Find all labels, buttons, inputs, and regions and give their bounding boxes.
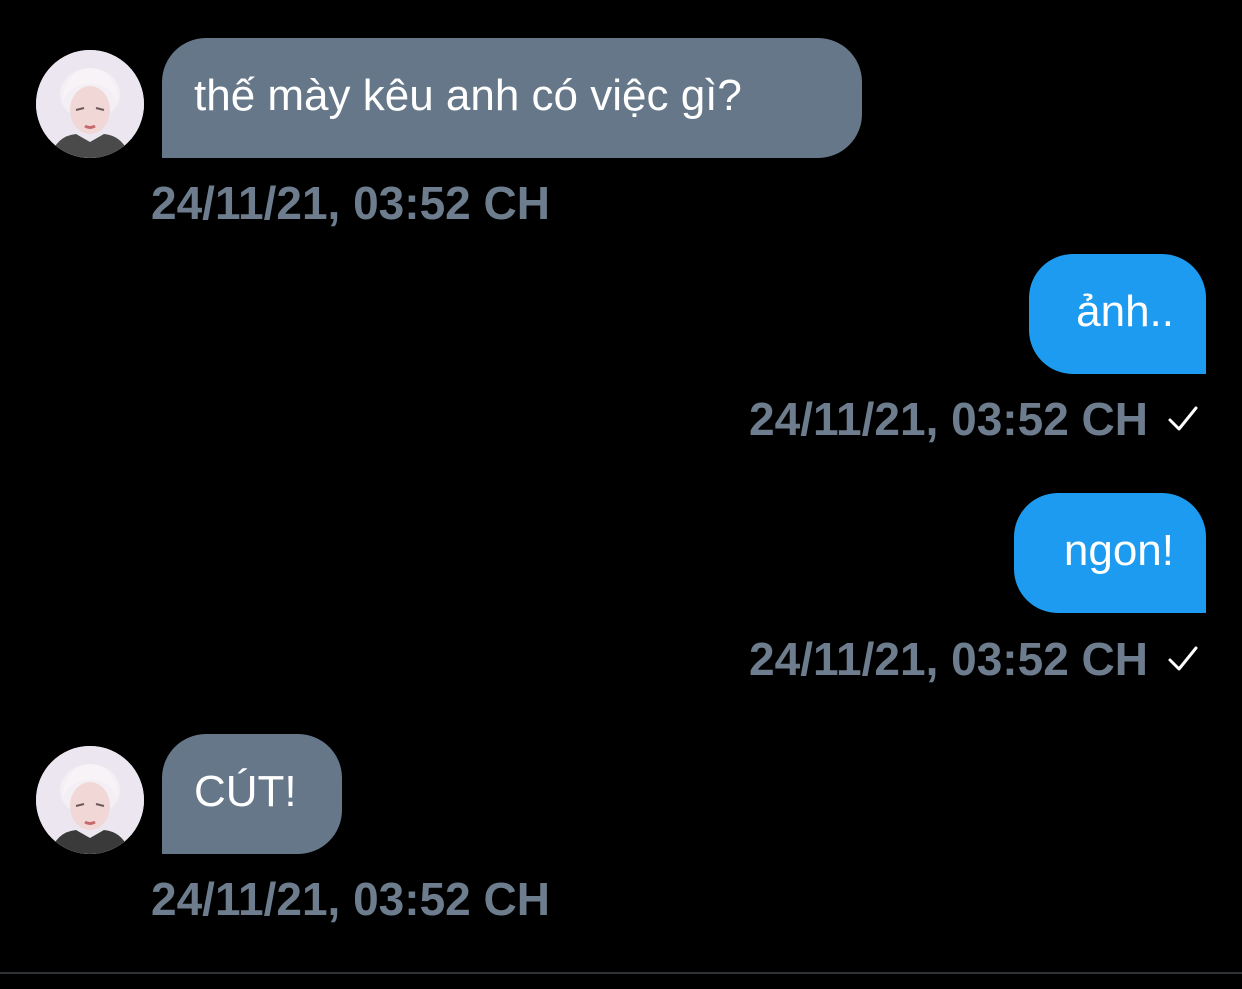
message-text: thế mày kêu anh có việc gì? (194, 71, 742, 120)
message-text: CÚT! (194, 767, 297, 816)
sender-avatar[interactable] (36, 50, 144, 158)
check-icon (1168, 646, 1198, 671)
avatar-image (36, 50, 144, 158)
bottom-divider (0, 972, 1242, 974)
message-meta: 24/11/21, 03:52 CH (749, 636, 1200, 682)
chat-conversation: thế mày kêu anh có việc gì? 24/11/21, 03… (0, 0, 1242, 989)
message-timestamp: 24/11/21, 03:52 CH (151, 177, 550, 229)
message-text: ngon! (1063, 526, 1174, 575)
message-timestamp: 24/11/21, 03:52 CH (151, 873, 550, 925)
message-bubble-received[interactable]: thế mày kêu anh có việc gì? (162, 38, 862, 158)
message-bubble-sent[interactable]: ảnh.. (1029, 254, 1206, 374)
message-timestamp: 24/11/21, 03:52 CH (749, 633, 1148, 685)
message-text: ảnh.. (1076, 287, 1174, 336)
message-bubble-sent[interactable]: ngon! (1014, 493, 1206, 613)
sender-avatar[interactable] (36, 746, 144, 854)
message-meta: 24/11/21, 03:52 CH (749, 396, 1200, 442)
avatar-image (36, 746, 144, 854)
message-timestamp: 24/11/21, 03:52 CH (749, 393, 1148, 445)
check-icon (1168, 406, 1198, 431)
message-bubble-received[interactable]: CÚT! (162, 734, 342, 854)
